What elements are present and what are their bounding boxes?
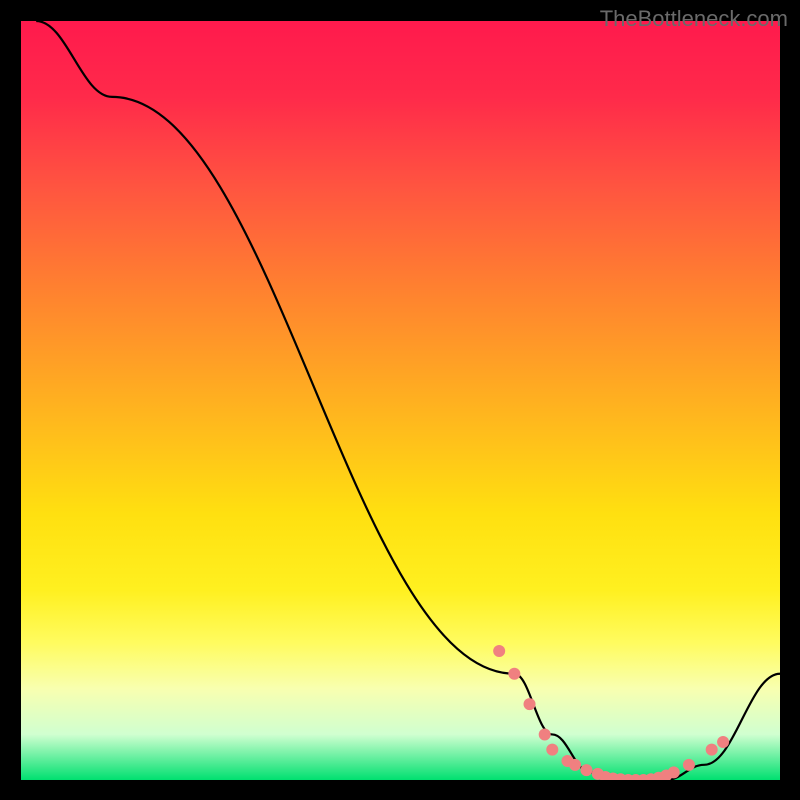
optimal-dot bbox=[622, 774, 634, 780]
optimal-dot bbox=[653, 772, 665, 780]
optimal-dot bbox=[561, 755, 573, 767]
optimal-dot bbox=[580, 764, 592, 776]
optimal-dot bbox=[524, 698, 536, 710]
optimal-dot bbox=[546, 744, 558, 756]
optimal-range-dots bbox=[493, 645, 729, 780]
optimal-dot bbox=[493, 645, 505, 657]
optimal-dot bbox=[592, 768, 604, 780]
bottleneck-curve bbox=[36, 21, 780, 780]
optimal-dot bbox=[607, 772, 619, 780]
optimal-dot bbox=[630, 774, 642, 780]
optimal-dot bbox=[706, 744, 718, 756]
chart-plot-area bbox=[21, 21, 780, 780]
optimal-dot bbox=[569, 759, 581, 771]
optimal-dot bbox=[683, 759, 695, 771]
chart-svg bbox=[21, 21, 780, 780]
optimal-dot bbox=[668, 766, 680, 778]
optimal-dot bbox=[637, 774, 649, 780]
optimal-dot bbox=[660, 769, 672, 780]
optimal-dot bbox=[508, 668, 520, 680]
attribution-text: TheBottleneck.com bbox=[600, 6, 788, 32]
optimal-dot bbox=[539, 728, 551, 740]
optimal-dot bbox=[599, 771, 611, 780]
optimal-dot bbox=[717, 736, 729, 748]
optimal-dot bbox=[645, 773, 657, 780]
optimal-dot bbox=[615, 773, 627, 780]
